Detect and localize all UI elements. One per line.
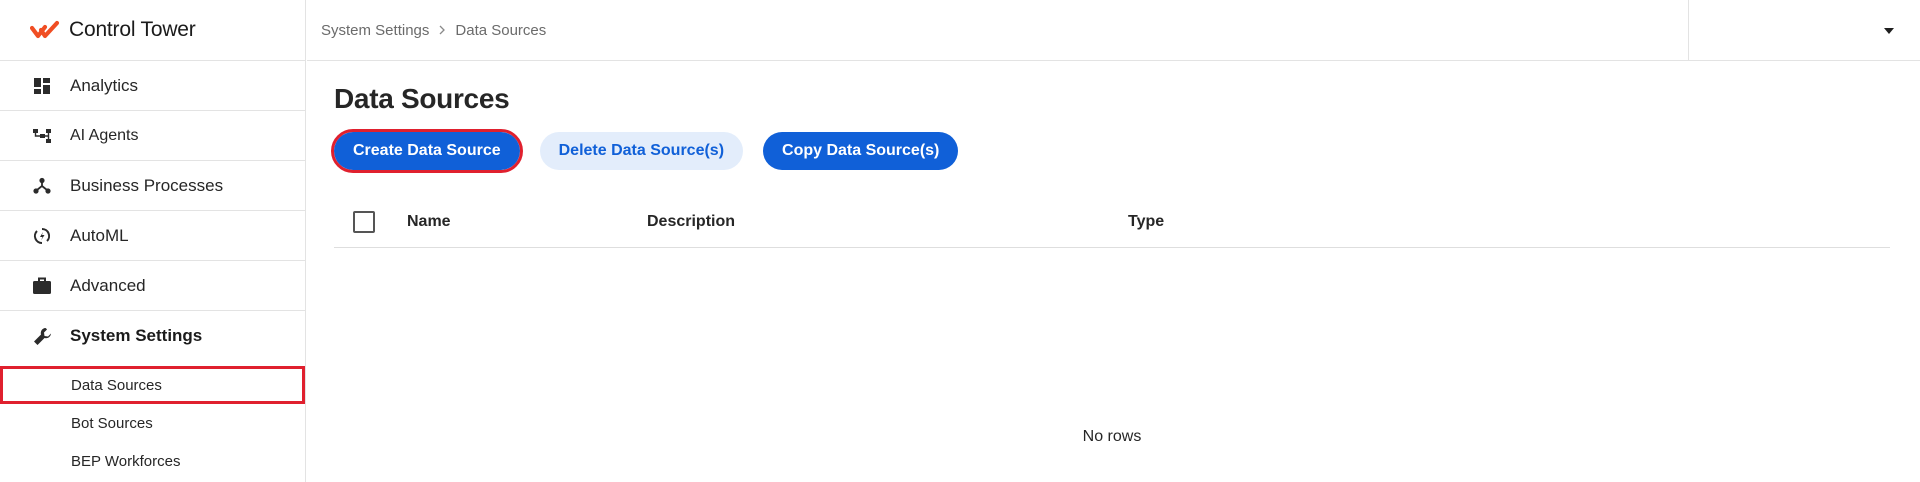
breadcrumb: System Settings Data Sources [307,22,546,39]
copy-data-sources-button[interactable]: Copy Data Source(s) [763,132,959,170]
hierarchy-icon [32,126,52,146]
sidebar-subitem-bep-workforces[interactable]: BEP Workforces [0,442,305,480]
column-header-type[interactable]: Type [1128,213,1164,231]
toolbar: Create Data Source Delete Data Source(s)… [331,128,1890,174]
briefcase-icon [32,276,52,296]
sidebar-item-label: Business Processes [70,175,224,195]
sidebar-item-analytics[interactable]: Analytics [0,61,305,111]
page-title: Data Sources [334,83,510,114]
delete-data-sources-button[interactable]: Delete Data Source(s) [539,132,744,170]
chevron-right-icon [439,25,446,35]
create-data-source-button[interactable]: Create Data Source [331,129,523,173]
user-menu-dropdown[interactable] [1688,0,1920,61]
column-header-name[interactable]: Name [407,213,451,231]
sidebar-item-label: System Settings [70,326,203,345]
brand[interactable]: Control Tower [0,0,305,61]
sidebar-item-ai-agents[interactable]: AI Agents [0,111,305,161]
sidebar-subitem-data-sources[interactable]: Data Sources [0,366,305,404]
empty-state-text: No rows [1082,428,1142,445]
automl-icon [32,226,52,246]
sidebar-subitem-bot-sources[interactable]: Bot Sources [0,404,305,442]
sidebar-item-label: Analytics [70,75,139,95]
sidebar-item-business-processes[interactable]: Business Processes [0,161,305,211]
sidebar-item-automl[interactable]: AutoML [0,211,305,261]
dashboard-icon [32,76,52,96]
app-title: Control Tower [69,18,196,41]
sidebar-item-system-settings[interactable]: System Settings [0,311,305,361]
column-header-description[interactable]: Description [647,213,735,231]
sidebar-item-label: AI Agents [70,126,139,144]
breadcrumb-item-system-settings[interactable]: System Settings [321,22,429,39]
top-header: System Settings Data Sources [307,0,1920,61]
caret-down-icon [1884,27,1894,34]
breadcrumb-item-data-sources: Data Sources [455,21,547,39]
main-content: Data Sources Create Data Source Delete D… [331,61,1890,248]
sidebar: Control Tower Analytics AI Agents Busine… [0,0,306,482]
brand-logo-icon [30,20,60,39]
sidebar-item-advanced[interactable]: Advanced [0,261,305,311]
sidebar-item-label: Advanced [70,275,146,295]
process-icon [32,176,52,196]
table-header: Name Description Type [334,196,1890,248]
select-all-checkbox[interactable] [353,211,375,233]
wrench-icon [32,326,52,346]
sidebar-item-label: AutoML [70,225,129,245]
